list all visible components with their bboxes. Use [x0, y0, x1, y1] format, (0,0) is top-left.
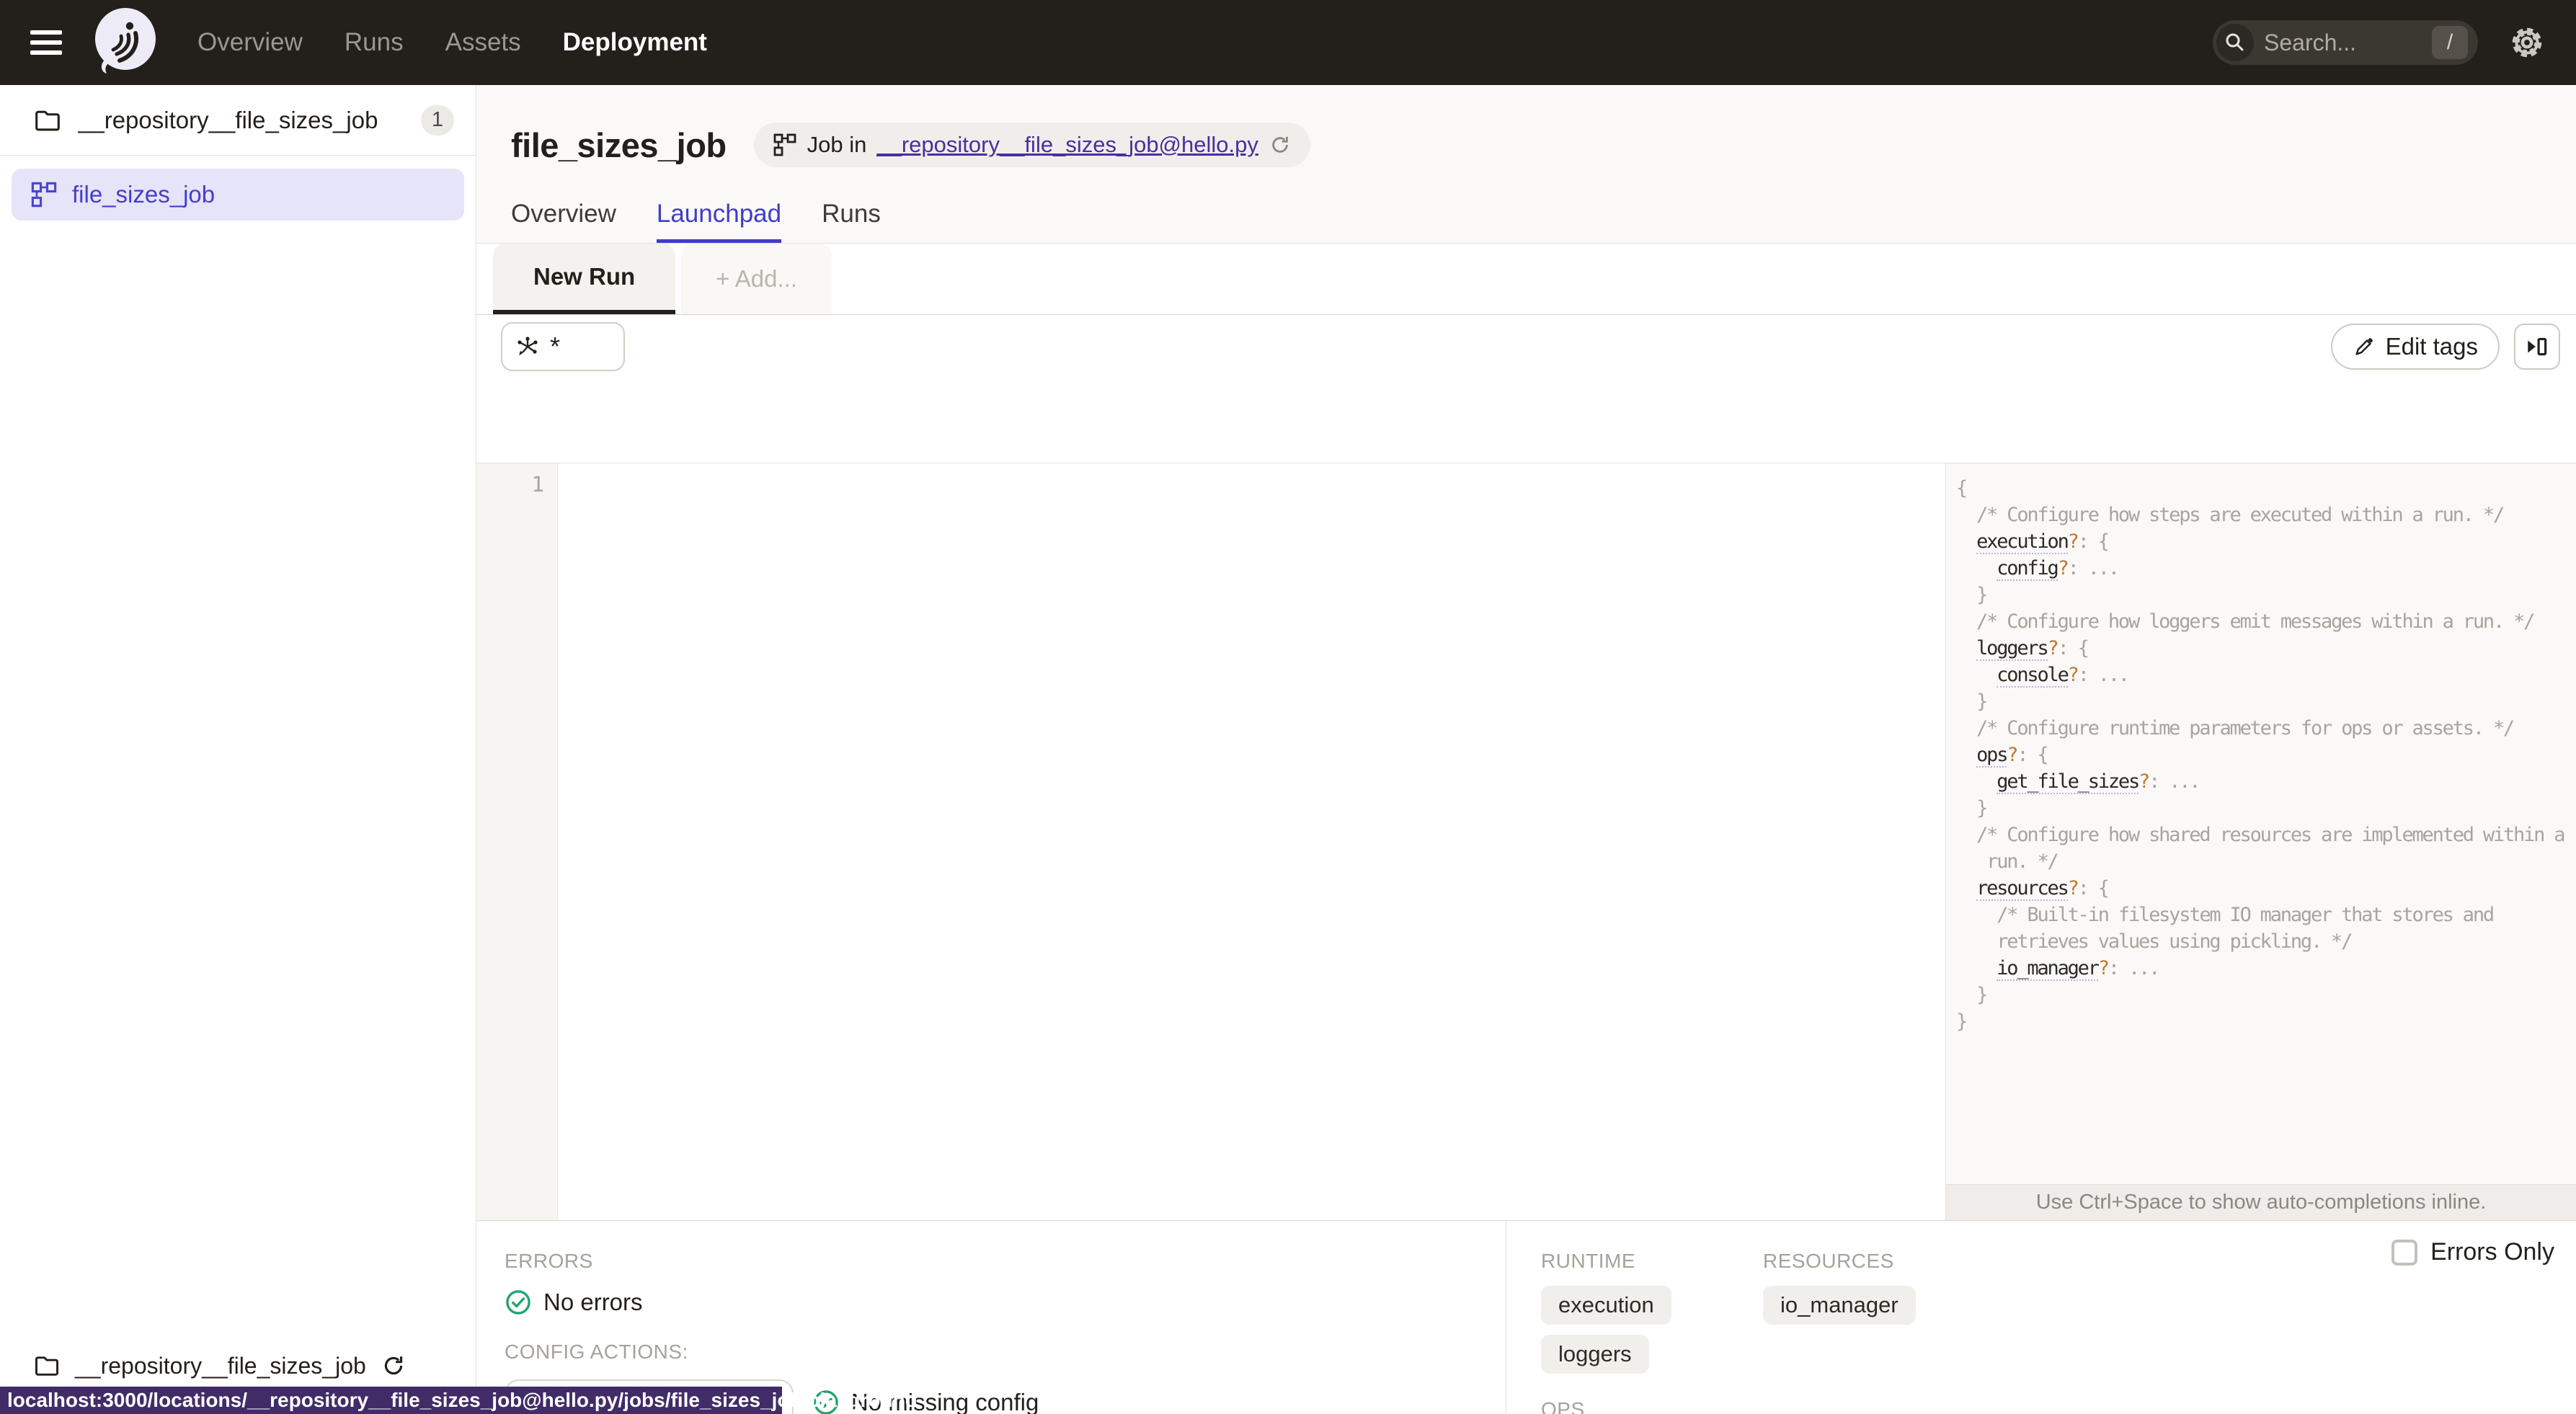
sidebar-footer: __repository__file_sizes_job — [0, 1352, 476, 1379]
folder-icon — [33, 1352, 61, 1379]
footer-repo-name: __repository__file_sizes_job — [75, 1352, 366, 1379]
sidebar-repo-count-badge: 1 — [421, 105, 454, 135]
page-title: file_sizes_job — [511, 125, 727, 164]
config-schema-panel: { /* Configure how steps are executed wi… — [1945, 463, 2576, 1220]
search-icon — [2216, 24, 2254, 61]
hamburger-menu-icon[interactable] — [30, 30, 62, 55]
op-selector-icon — [515, 334, 540, 359]
config-sections-panel: Errors Only RUNTIME execution loggers RES… — [1506, 1221, 2576, 1414]
tab-runs[interactable]: Runs — [822, 200, 881, 243]
repository-link[interactable]: __repository__file_sizes_job@hello.py — [876, 132, 1258, 158]
top-nav: Overview Runs Assets Deployment / — [0, 0, 2576, 85]
errors-section: ERRORS No errors CONFIG ACTIONS: Scaffol… — [476, 1221, 1506, 1414]
config-editor: 1 { /* Configure how steps are executed … — [476, 463, 2576, 1220]
config-schema-code: { /* Configure how steps are executed wi… — [1956, 477, 2566, 1033]
resources-chips: io_manager — [1763, 1286, 1916, 1325]
add-session-tab-button[interactable]: + Add... — [681, 243, 832, 314]
reload-repository-icon[interactable] — [381, 1353, 407, 1379]
runtime-chips: execution loggers — [1541, 1286, 1763, 1374]
job-graph-icon — [30, 181, 58, 208]
launchpad-session-tabs: New Run + Add... — [476, 243, 2576, 315]
line-number: 1 — [531, 472, 544, 497]
nav-right: / — [2213, 20, 2546, 65]
sidebar-repo-name: __repository__file_sizes_job — [78, 106, 378, 133]
nav-item-deployment[interactable]: Deployment — [563, 28, 707, 57]
pencil-icon — [2353, 335, 2376, 358]
resources-label: RESOURCES — [1763, 1250, 1894, 1272]
search-shortcut-badge: / — [2432, 26, 2468, 59]
settings-gear-icon[interactable] — [2508, 24, 2546, 61]
chip-io_manager[interactable]: io_manager — [1763, 1286, 1916, 1325]
bottom-panel: ERRORS No errors CONFIG ACTIONS: Scaffol… — [476, 1220, 2576, 1414]
search-box[interactable]: / — [2213, 20, 2478, 65]
errors-only-label: Errors Only — [2430, 1238, 2554, 1266]
tab-new-run[interactable]: New Run — [493, 243, 676, 314]
dagster-logo-icon[interactable] — [91, 7, 160, 78]
job-tabs: Overview Launchpad Runs — [511, 200, 881, 243]
status-url-text: localhost:3000/locations/__repository__f… — [7, 1389, 918, 1411]
config-actions-label: CONFIG ACTIONS: — [505, 1340, 688, 1363]
edit-tags-button[interactable]: Edit tags — [2330, 323, 2500, 370]
dagster-app: Overview Runs Assets Deployment / — [0, 0, 2576, 1414]
check-circle-icon — [506, 1290, 530, 1315]
nav-links: Overview Runs Assets Deployment — [197, 28, 707, 57]
job-origin-tag: Job in __repository__file_sizes_job@hell… — [753, 123, 1310, 167]
panel-toggle-icon — [2524, 334, 2550, 360]
status-url-tooltip: localhost:3000/locations/__repository__f… — [0, 1387, 918, 1414]
errors-status: No errors — [543, 1289, 643, 1315]
ops-label: OPS — [1541, 1398, 1585, 1414]
collapse-config-panel-button[interactable] — [2514, 323, 2560, 370]
op-selector-input[interactable]: * — [501, 321, 625, 371]
errors-label: ERRORS — [505, 1250, 593, 1272]
search-input[interactable] — [2254, 29, 2432, 56]
launchpad-toolbar: * Edit tags — [476, 315, 2576, 378]
editor-gutter: 1 — [476, 463, 558, 1220]
folder-icon — [33, 106, 62, 135]
chip-loggers[interactable]: loggers — [1541, 1335, 1649, 1374]
op-selector-value: * — [550, 331, 561, 361]
autocomplete-hint: Use Ctrl+Space to show auto-completions … — [1946, 1184, 2576, 1220]
nav-item-runs[interactable]: Runs — [345, 28, 404, 57]
job-origin-prefix: Job in — [807, 132, 867, 157]
nav-item-overview[interactable]: Overview — [197, 28, 303, 57]
chip-execution[interactable]: execution — [1541, 1286, 1671, 1325]
job-graph-icon — [773, 133, 797, 157]
sidebar-repo-row[interactable]: __repository__file_sizes_job 1 — [0, 85, 476, 156]
reload-icon[interactable] — [1269, 133, 1292, 156]
tab-overview[interactable]: Overview — [511, 200, 616, 243]
sidebar: __repository__file_sizes_job 1 file_size… — [0, 85, 476, 1414]
runtime-label: RUNTIME — [1541, 1250, 1636, 1272]
main-content: file_sizes_job Job in __repository__file… — [476, 85, 2576, 1414]
errors-only-toggle: Errors Only — [2391, 1238, 2554, 1266]
editor-code-area[interactable] — [558, 463, 1945, 1220]
page-header: file_sizes_job Job in __repository__file… — [476, 85, 2576, 244]
nav-item-assets[interactable]: Assets — [445, 28, 521, 57]
edit-tags-label: Edit tags — [2385, 332, 2478, 360]
sidebar-item-label: file_sizes_job — [72, 181, 216, 208]
sidebar-item-file-sizes-job[interactable]: file_sizes_job — [12, 169, 464, 221]
errors-only-checkbox[interactable] — [2391, 1239, 2418, 1266]
tab-launchpad[interactable]: Launchpad — [656, 200, 782, 243]
